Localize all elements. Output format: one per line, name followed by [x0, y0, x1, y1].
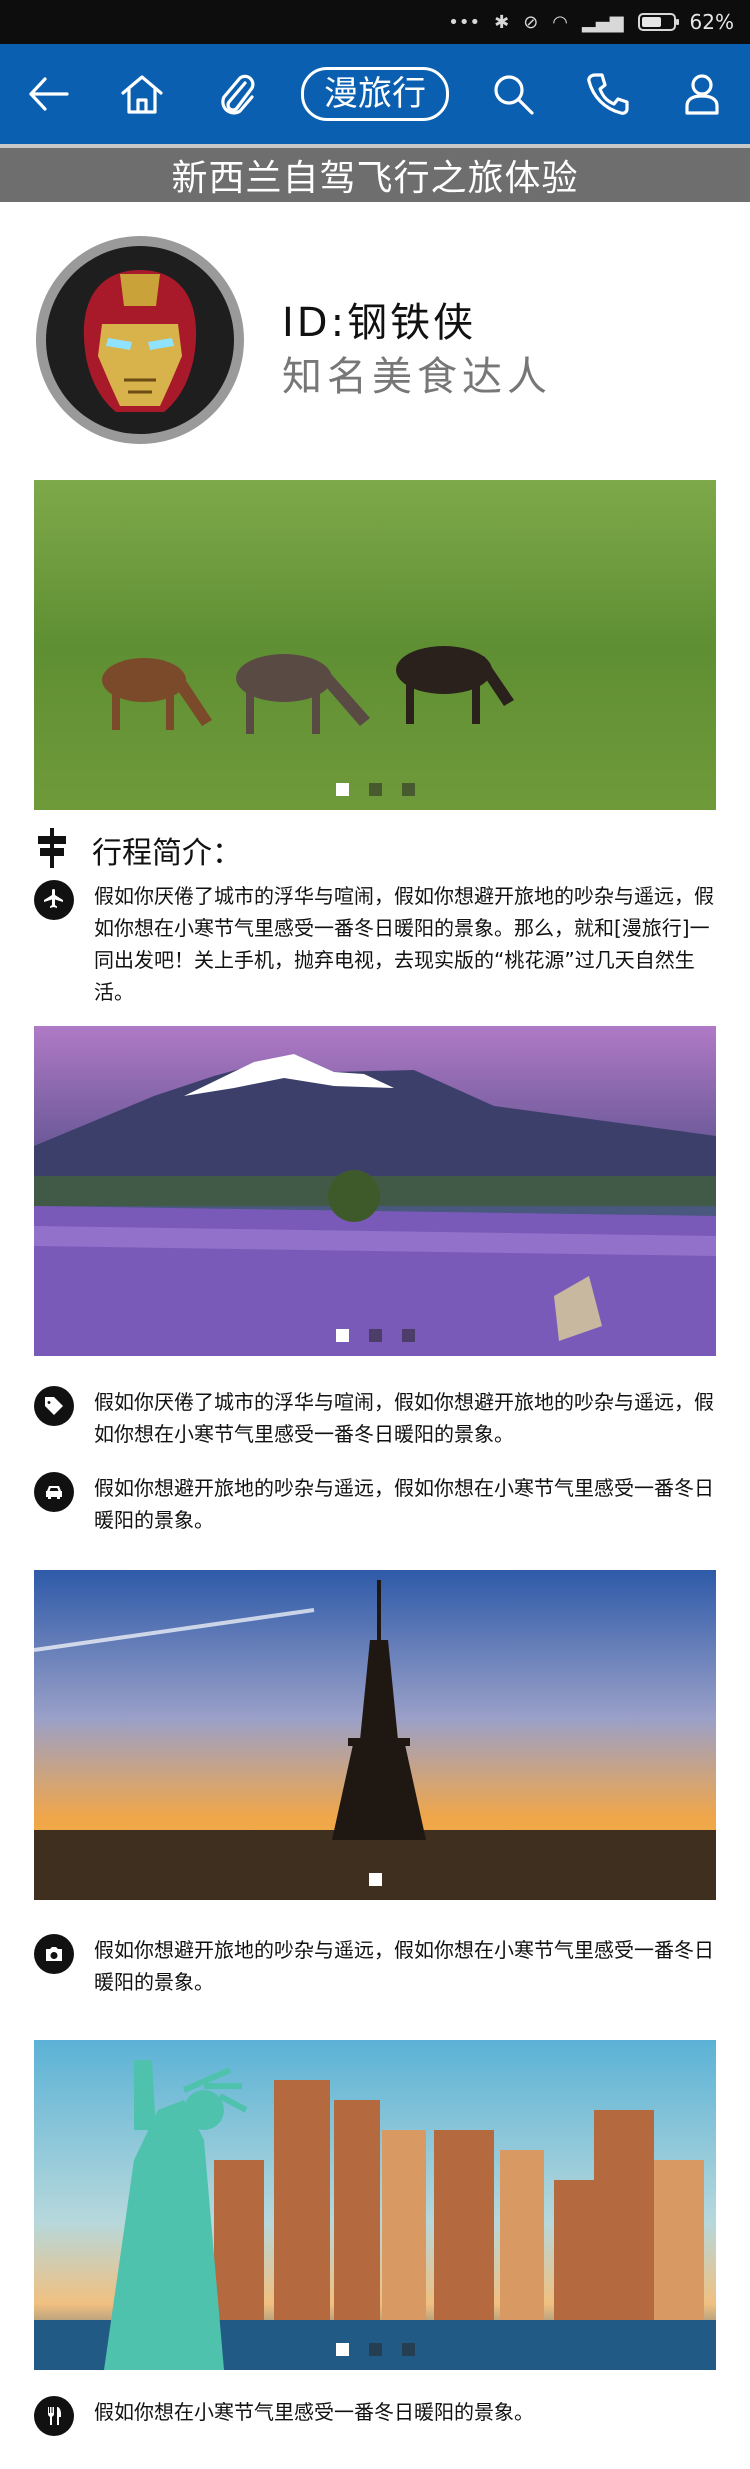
battery-icon [637, 13, 679, 31]
brand-logo-button[interactable]: 漫旅行 [300, 67, 449, 121]
list-item: 假如你想在小寒节气里感受一番冬日暖阳的景象。 [34, 2396, 716, 2436]
wifi-icon: ◠ [552, 11, 569, 33]
camera-icon [34, 1934, 74, 1974]
eiffel-tower-photo [34, 1570, 716, 1900]
itinerary-heading: 行程简介： [34, 828, 242, 872]
home-icon [121, 75, 163, 114]
profile-id: ID:钢铁侠 [282, 300, 477, 346]
status-bar: ••• ✱ ⊘ ◠ ▂▄▆ 62% [0, 0, 750, 44]
statue-of-liberty-photo [34, 2040, 716, 2370]
car-icon [34, 1472, 74, 1512]
carousel-dots [34, 2343, 716, 2356]
back-button[interactable] [18, 64, 78, 124]
phone-icon [586, 73, 629, 115]
mute-icon: ⊘ [523, 11, 539, 33]
tag-icon [34, 1386, 74, 1426]
battery-fill [641, 17, 661, 27]
search-icon [494, 75, 534, 115]
list-item: 假如你厌倦了城市的浮华与喧闹，假如你想避开旅地的吵杂与遥远，假如你想在小寒节气里… [34, 1386, 716, 1450]
lavender-photo [34, 1026, 716, 1356]
item-text: 假如你想避开旅地的吵杂与遥远，假如你想在小寒节气里感受一番冬日暖阳的景象。 [94, 1476, 714, 1532]
bluetooth-icon: ✱ [494, 11, 510, 33]
battery-percent: 62% [689, 10, 734, 34]
signpost-icon [34, 828, 70, 872]
airplane-icon [34, 880, 74, 920]
item-text: 假如你厌倦了城市的浮华与喧闹，假如你想避开旅地的吵杂与遥远，假如你想在小寒节气里… [94, 1390, 714, 1446]
phone-button[interactable] [578, 64, 638, 124]
carousel-dot[interactable] [401, 1329, 415, 1342]
carousel-dot[interactable] [401, 783, 415, 796]
home-button[interactable] [112, 64, 172, 124]
profile-button[interactable] [672, 64, 732, 124]
list-item: 假如你厌倦了城市的浮华与喧闹，假如你想避开旅地的吵杂与遥远，假如你想在小寒节气里… [34, 880, 716, 1008]
carousel-dot[interactable] [368, 2343, 382, 2356]
carousel-dot[interactable] [335, 2343, 349, 2356]
carousel-dot[interactable] [368, 1873, 382, 1886]
horses-photo [34, 480, 716, 810]
paperclip-icon [220, 74, 255, 115]
carousel-dots [34, 783, 716, 796]
carousel-dot[interactable] [335, 1329, 349, 1342]
carousel-liberty[interactable] [34, 2040, 716, 2370]
profile-section: ID:钢铁侠 知名美食达人 [0, 228, 750, 448]
profile-subtitle: 知名美食达人 [282, 354, 552, 400]
carousel-dots [34, 1329, 716, 1342]
carousel-dot[interactable] [401, 2343, 415, 2356]
carousel-eiffel[interactable] [34, 1570, 716, 1900]
list-item: 假如你想避开旅地的吵杂与遥远，假如你想在小寒节气里感受一番冬日暖阳的景象。 [34, 1934, 716, 1998]
menu-dots-icon: ••• [448, 11, 481, 33]
cutlery-icon [34, 2396, 74, 2436]
carousel-dot[interactable] [335, 783, 349, 796]
avatar[interactable] [36, 236, 244, 444]
item-text: 假如你厌倦了城市的浮华与喧闹，假如你想避开旅地的吵杂与遥远，假如你想在小寒节气里… [94, 884, 714, 1004]
user-icon [685, 74, 719, 115]
back-icon [29, 77, 69, 111]
carousel-dot[interactable] [368, 1329, 382, 1342]
carousel-dots [34, 1873, 716, 1886]
iron-man-helmet-icon [46, 246, 234, 434]
app-header: 漫旅行 [0, 44, 750, 144]
item-text: 假如你想避开旅地的吵杂与遥远，假如你想在小寒节气里感受一番冬日暖阳的景象。 [94, 1938, 714, 1994]
page-title: 新西兰自驾飞行之旅体验 [0, 144, 750, 202]
signal-icon: ▂▄▆ [582, 11, 624, 33]
search-button[interactable] [483, 64, 543, 124]
carousel-dot[interactable] [368, 783, 382, 796]
carousel-lavender[interactable] [34, 1026, 716, 1356]
list-item: 假如你想避开旅地的吵杂与遥远，假如你想在小寒节气里感受一番冬日暖阳的景象。 [34, 1472, 716, 1536]
item-text: 假如你想在小寒节气里感受一番冬日暖阳的景象。 [94, 2400, 534, 2424]
carousel-horses[interactable] [34, 480, 716, 810]
section-title: 行程简介： [92, 836, 242, 871]
attach-button[interactable] [207, 64, 267, 124]
